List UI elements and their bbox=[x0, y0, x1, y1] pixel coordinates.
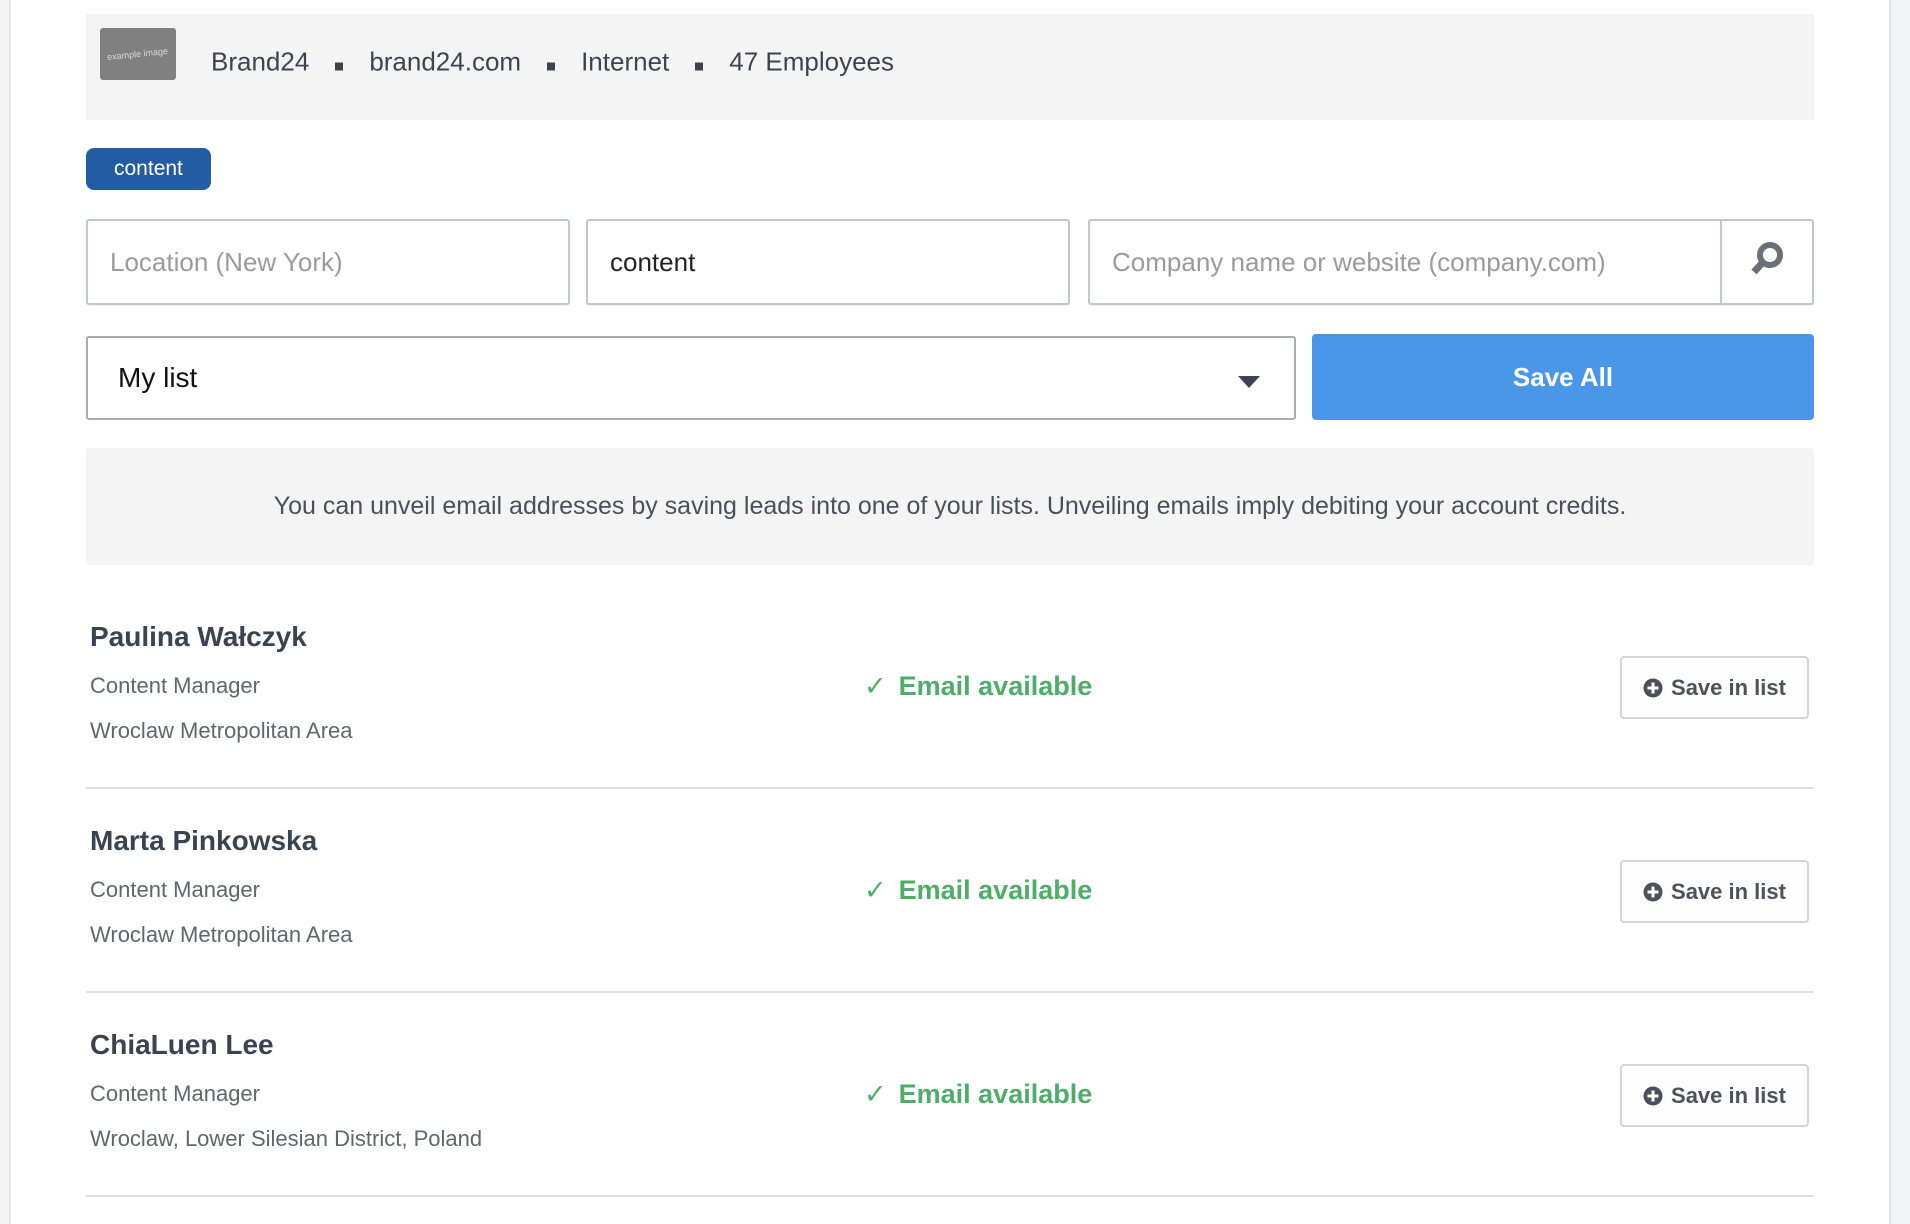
keyword-input[interactable]: content bbox=[586, 219, 1070, 305]
chevron-down-icon bbox=[1238, 376, 1260, 388]
separator-bullet bbox=[335, 62, 344, 70]
lead-name: Paulina Wałczyk bbox=[90, 621, 307, 652]
lead-name: Marta Pinkowska bbox=[90, 825, 318, 856]
checkmark-icon: ✓ bbox=[864, 671, 887, 701]
list-select[interactable]: My list bbox=[86, 336, 1296, 420]
list-select-value: My list bbox=[118, 362, 198, 393]
separator-bullet bbox=[547, 62, 556, 70]
company-meta: Brand24 brand24.com Internet 47 Employee… bbox=[211, 47, 894, 78]
save-in-list-button[interactable]: Save in list bbox=[1620, 1064, 1809, 1127]
lead-row: ChiaLuen Lee Content Manager Wroclaw, Lo… bbox=[86, 993, 1814, 1197]
lead-row: Paulina Wałczyk Content Manager Wroclaw … bbox=[86, 585, 1814, 789]
info-message: You can unveil email addresses by saving… bbox=[273, 492, 1627, 520]
search-icon bbox=[1747, 239, 1787, 286]
company-logo: example image bbox=[100, 28, 176, 80]
save-in-list-label: Save in list bbox=[1671, 878, 1786, 904]
plus-circle-icon bbox=[1643, 882, 1663, 902]
search-button[interactable] bbox=[1720, 221, 1812, 303]
email-status-label: Email available bbox=[898, 671, 1093, 701]
company-name: Brand24 bbox=[211, 46, 310, 77]
email-status-label: Email available bbox=[898, 1079, 1093, 1109]
save-in-list-label: Save in list bbox=[1671, 1082, 1786, 1108]
lead-title: Content Manager bbox=[90, 1081, 260, 1106]
company-input-placeholder: Company name or website (company.com) bbox=[1112, 246, 1606, 277]
keyword-tag[interactable]: content bbox=[86, 148, 211, 190]
company-logo-placeholder-text: example image bbox=[107, 45, 169, 63]
keyword-input-value: content bbox=[610, 246, 696, 277]
lead-location: Wroclaw, Lower Silesian District, Poland bbox=[90, 1126, 483, 1151]
save-in-list-button[interactable]: Save in list bbox=[1620, 656, 1809, 719]
company-employees: 47 Employees bbox=[729, 46, 895, 77]
company-header: example image Brand24 brand24.com Intern… bbox=[86, 14, 1814, 120]
save-in-list-label: Save in list bbox=[1671, 674, 1786, 700]
plus-circle-icon bbox=[1643, 678, 1663, 698]
lead-location: Wroclaw Metropolitan Area bbox=[90, 718, 353, 743]
lead-title: Content Manager bbox=[90, 877, 260, 902]
checkmark-icon: ✓ bbox=[864, 1079, 887, 1109]
info-message-box: You can unveil email addresses by saving… bbox=[86, 448, 1814, 565]
location-input[interactable]: Location (New York) bbox=[86, 219, 570, 305]
email-available-status: ✓ Email available bbox=[864, 671, 1092, 702]
company-industry: Internet bbox=[581, 46, 670, 77]
left-gutter bbox=[0, 0, 11, 1224]
checkmark-icon: ✓ bbox=[864, 875, 887, 905]
lead-name: ChiaLuen Lee bbox=[90, 1029, 274, 1060]
company-input[interactable]: Company name or website (company.com) bbox=[1088, 219, 1814, 305]
right-gutter bbox=[1889, 0, 1910, 1224]
plus-circle-icon bbox=[1643, 1086, 1663, 1106]
company-website: brand24.com bbox=[369, 46, 522, 77]
lead-location: Wroclaw Metropolitan Area bbox=[90, 922, 353, 947]
lead-row: Marta Pinkowska Content Manager Wroclaw … bbox=[86, 789, 1814, 993]
lead-title: Content Manager bbox=[90, 673, 260, 698]
save-all-button[interactable]: Save All bbox=[1312, 334, 1814, 420]
email-available-status: ✓ Email available bbox=[864, 875, 1092, 906]
email-status-label: Email available bbox=[898, 875, 1093, 905]
separator-bullet bbox=[695, 62, 704, 70]
email-available-status: ✓ Email available bbox=[864, 1079, 1092, 1110]
save-in-list-button[interactable]: Save in list bbox=[1620, 860, 1809, 923]
location-input-placeholder: Location (New York) bbox=[110, 246, 343, 277]
